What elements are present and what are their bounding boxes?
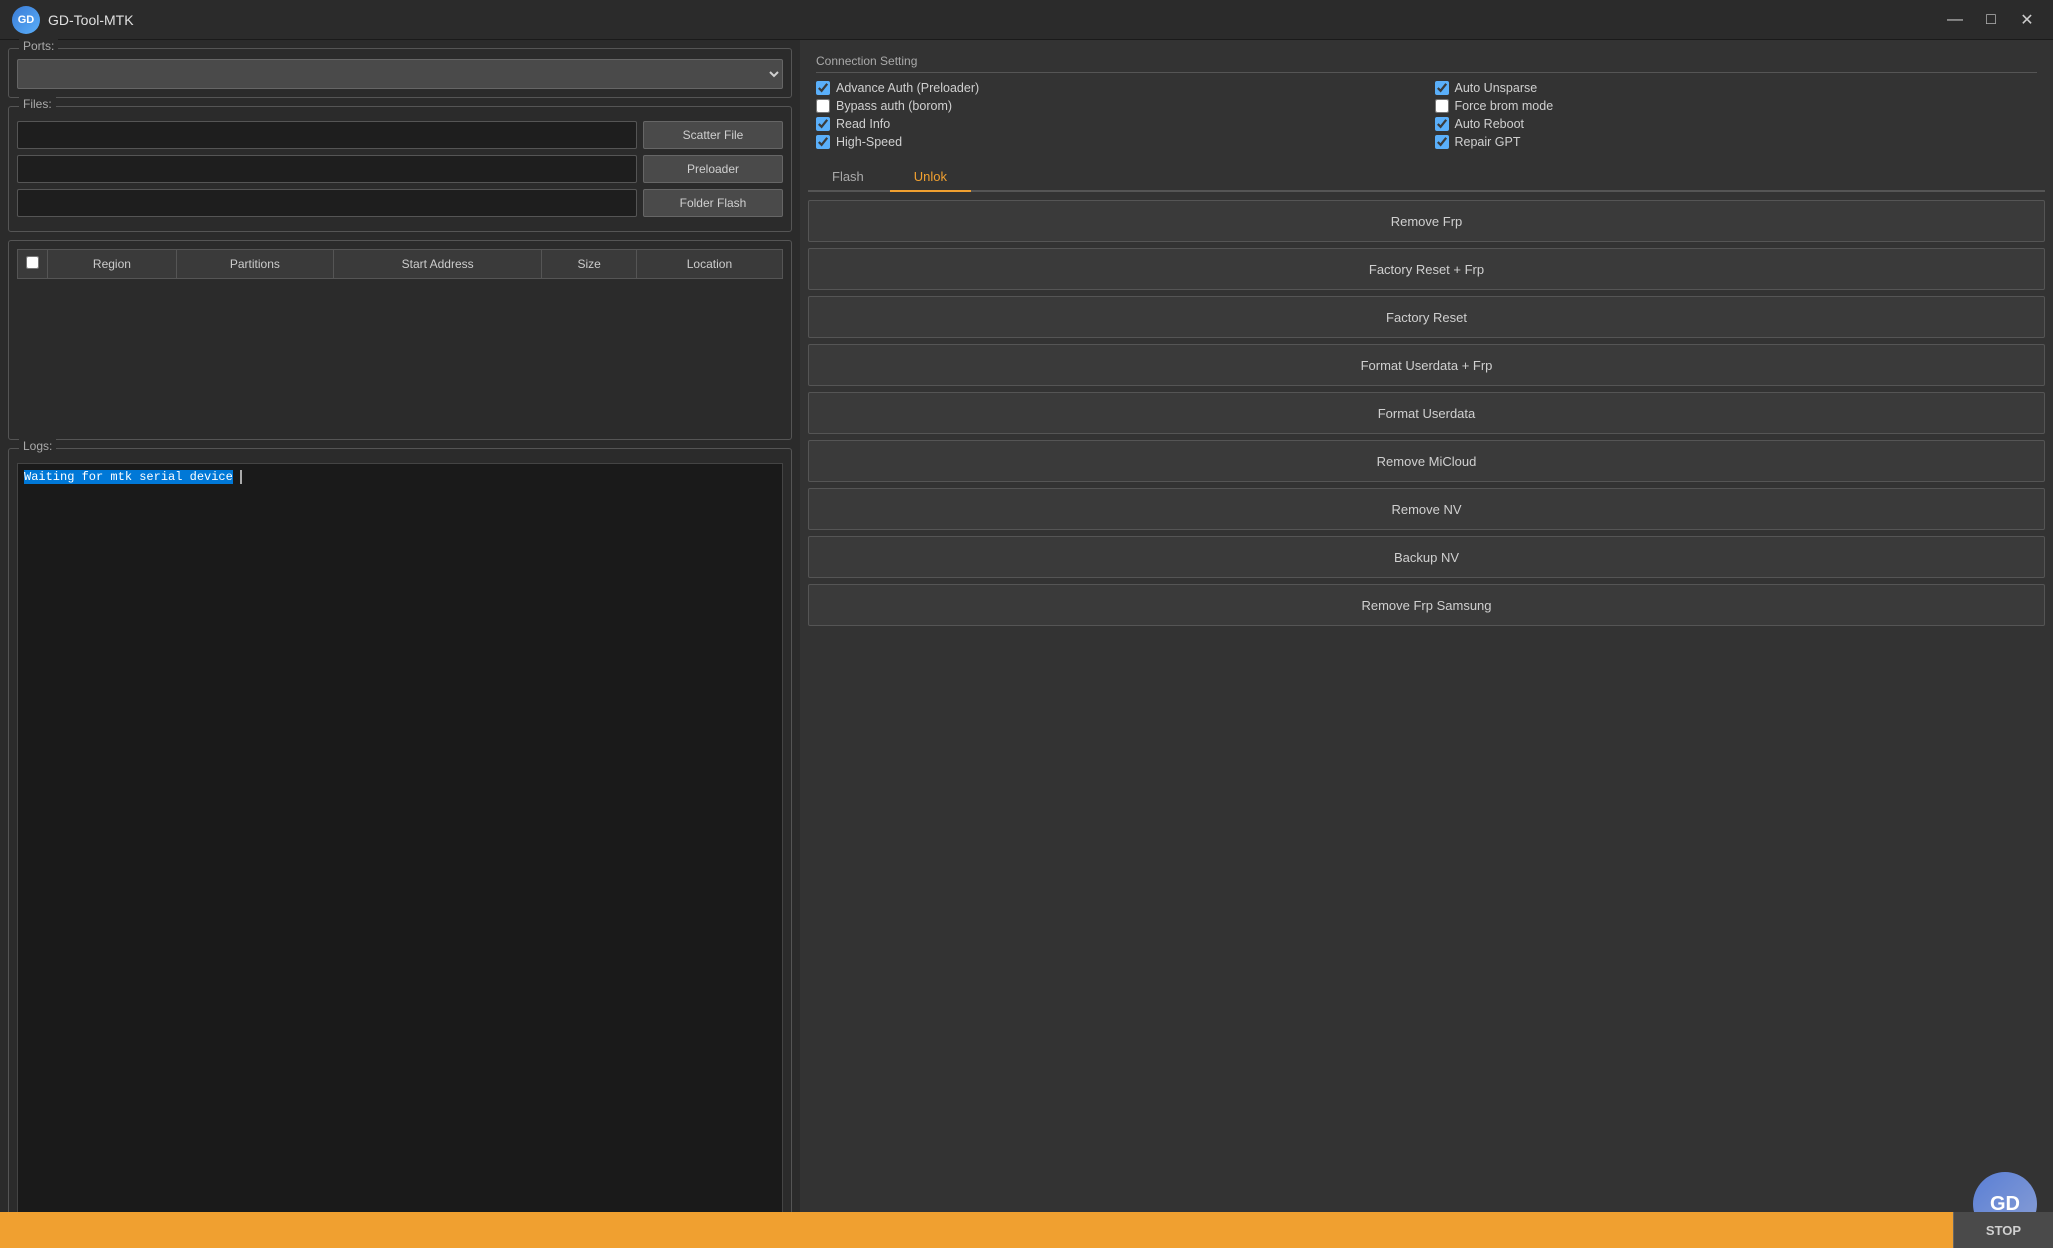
label-force-brom: Force brom mode <box>1455 99 1554 113</box>
file-row-1: Scatter File <box>17 121 783 149</box>
unlock-buttons: Remove Frp Factory Reset + Frp Factory Res… <box>808 200 2045 1164</box>
bottom-bar: STOP <box>0 1212 2053 1248</box>
log-text: Waiting for mtk serial device <box>24 470 233 484</box>
maximize-button[interactable]: □ <box>1977 8 2005 32</box>
connection-title: Connection Setting <box>816 54 2037 73</box>
checkbox-advance-auth[interactable] <box>816 81 830 95</box>
setting-item-auto-unsparse: Auto Unsparse <box>1435 81 2038 95</box>
titlebar: GD GD-Tool-MTK — □ ✕ <box>0 0 2053 40</box>
unlock-btn-0[interactable]: Remove Frp <box>808 200 2045 242</box>
label-high-speed: High-Speed <box>836 135 902 149</box>
tab-unlok[interactable]: Unlok <box>890 163 971 192</box>
label-auto-unsparse: Auto Unsparse <box>1455 81 1538 95</box>
ports-label: Ports: <box>19 39 58 53</box>
logo-text: GD <box>18 14 35 26</box>
checkbox-force-brom[interactable] <box>1435 99 1449 113</box>
label-read-info: Read Info <box>836 117 890 131</box>
tabs-row: FlashUnlok <box>808 163 2045 192</box>
unlock-btn-5[interactable]: Remove MiCloud <box>808 440 2045 482</box>
label-auto-reboot: Auto Reboot <box>1455 117 1525 131</box>
unlock-btn-6[interactable]: Remove NV <box>808 488 2045 530</box>
ports-select[interactable] <box>17 59 783 89</box>
setting-item-bypass-auth: Bypass auth (borom) <box>816 99 1419 113</box>
logs-section: Logs: Waiting for mtk serial device <box>8 448 792 1240</box>
folder-flash-button[interactable]: Folder Flash <box>643 189 783 217</box>
ports-section: Ports: <box>8 48 792 98</box>
right-panel: Connection Setting Advance Auth (Preload… <box>800 40 2053 1248</box>
file-row-3: Folder Flash <box>17 189 783 217</box>
setting-item-force-brom: Force brom mode <box>1435 99 2038 113</box>
unlock-btn-3[interactable]: Format Userdata + Frp <box>808 344 2045 386</box>
checkbox-read-info[interactable] <box>816 117 830 131</box>
unlock-btn-8[interactable]: Remove Frp Samsung <box>808 584 2045 626</box>
setting-item-read-info: Read Info <box>816 117 1419 131</box>
unlock-btn-7[interactable]: Backup NV <box>808 536 2045 578</box>
logs-label: Logs: <box>19 439 56 453</box>
col-region: Region <box>48 250 177 279</box>
app-logo: GD <box>12 6 40 34</box>
col-location: Location <box>636 250 782 279</box>
label-bypass-auth: Bypass auth (borom) <box>836 99 952 113</box>
scatter-file-button[interactable]: Scatter File <box>643 121 783 149</box>
main-layout: Ports: Files: Scatter File Preloader Fol… <box>0 40 2053 1248</box>
partition-table: Region Partitions Start Address Size Loc… <box>17 249 783 279</box>
preloader-button[interactable]: Preloader <box>643 155 783 183</box>
setting-item-advance-auth: Advance Auth (Preloader) <box>816 81 1419 95</box>
col-partitions: Partitions <box>176 250 333 279</box>
select-all-checkbox[interactable] <box>26 256 39 269</box>
connection-settings: Connection Setting Advance Auth (Preload… <box>808 48 2045 163</box>
checkbox-bypass-auth[interactable] <box>816 99 830 113</box>
checkbox-auto-reboot[interactable] <box>1435 117 1449 131</box>
app-title: GD-Tool-MTK <box>48 12 134 28</box>
folder-flash-input[interactable] <box>17 189 637 217</box>
setting-item-high-speed: High-Speed <box>816 135 1419 149</box>
setting-item-repair-gpt: Repair GPT <box>1435 135 2038 149</box>
col-size: Size <box>542 250 636 279</box>
left-panel: Ports: Files: Scatter File Preloader Fol… <box>0 40 800 1248</box>
progress-bar <box>0 1212 1953 1248</box>
minimize-button[interactable]: — <box>1941 8 1969 32</box>
setting-item-auto-reboot: Auto Reboot <box>1435 117 2038 131</box>
unlock-btn-2[interactable]: Factory Reset <box>808 296 2045 338</box>
unlock-btn-4[interactable]: Format Userdata <box>808 392 2045 434</box>
logs-content[interactable]: Waiting for mtk serial device <box>17 463 783 1231</box>
label-advance-auth: Advance Auth (Preloader) <box>836 81 979 95</box>
checkbox-auto-unsparse[interactable] <box>1435 81 1449 95</box>
col-start-address: Start Address <box>333 250 542 279</box>
file-row-2: Preloader <box>17 155 783 183</box>
settings-grid: Advance Auth (Preloader) Auto Unsparse Byp… <box>816 81 2037 149</box>
label-repair-gpt: Repair GPT <box>1455 135 1521 149</box>
files-label: Files: <box>19 97 56 111</box>
tab-flash[interactable]: Flash <box>808 163 888 192</box>
partition-section: Region Partitions Start Address Size Loc… <box>8 240 792 440</box>
unlock-btn-1[interactable]: Factory Reset + Frp <box>808 248 2045 290</box>
checkbox-high-speed[interactable] <box>816 135 830 149</box>
files-section: Files: Scatter File Preloader Folder Fla… <box>8 106 792 232</box>
checkbox-repair-gpt[interactable] <box>1435 135 1449 149</box>
stop-button[interactable]: STOP <box>1953 1212 2053 1248</box>
scatter-file-input[interactable] <box>17 121 637 149</box>
close-button[interactable]: ✕ <box>2013 8 2041 32</box>
window-controls: — □ ✕ <box>1941 8 2041 32</box>
preloader-input[interactable] <box>17 155 637 183</box>
